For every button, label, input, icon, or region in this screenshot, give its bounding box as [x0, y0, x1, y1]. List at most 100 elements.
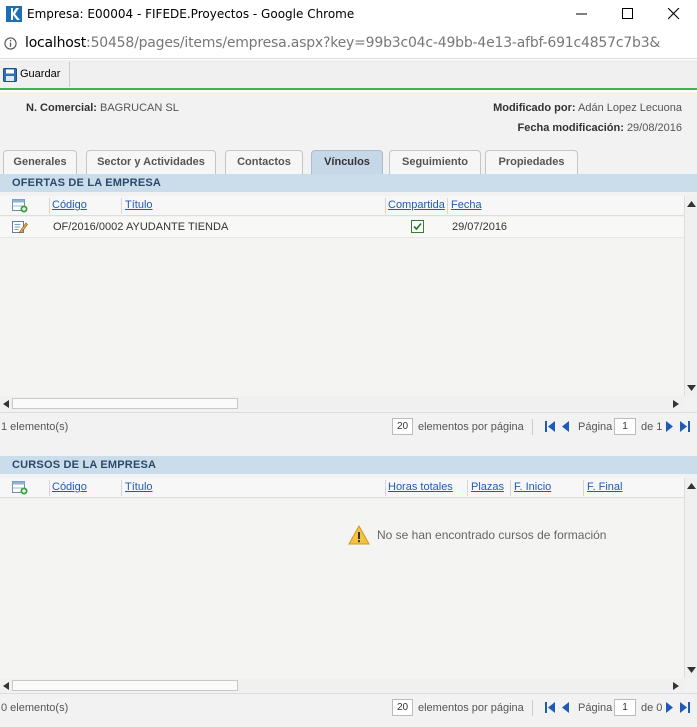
next-page-icon[interactable]	[666, 421, 673, 432]
cursos-vertical-scrollbar[interactable]	[684, 478, 697, 678]
nombre-comercial: N. Comercial: BAGRUCAN SL	[26, 102, 179, 114]
pagina-label: Página	[578, 421, 613, 433]
tab-seguimiento[interactable]: Seguimiento	[389, 150, 481, 174]
modificado-value: Adán Lopez Lecuona	[578, 102, 682, 114]
ofertas-section-title: OFERTAS DE LA EMPRESA	[0, 174, 697, 192]
column-separator	[467, 480, 468, 496]
url-text[interactable]: localhost:50458/pages/items/empresa.aspx…	[25, 35, 660, 51]
oferta-titulo: AYUDANTE TIENDA	[126, 221, 229, 233]
scroll-down-icon[interactable]	[687, 385, 696, 391]
prev-page-icon[interactable]	[562, 421, 569, 432]
scroll-right-icon[interactable]	[673, 400, 679, 408]
col-compartida-header[interactable]: Compartida	[388, 199, 445, 211]
toolbar: Guardar	[0, 60, 697, 90]
col-finicio-header[interactable]: F. Inicio	[514, 481, 551, 493]
close-icon	[668, 8, 680, 20]
check-icon	[413, 222, 422, 231]
save-icon	[3, 68, 17, 82]
column-separator	[385, 480, 386, 496]
scrollbar-thumb[interactable]	[12, 680, 238, 691]
empty-message: No se han encontrado cursos de formación	[377, 528, 607, 542]
scroll-up-icon[interactable]	[687, 201, 696, 207]
column-separator	[447, 198, 448, 214]
col-codigo-header[interactable]: Código	[52, 481, 87, 493]
tab-sector-actividades[interactable]: Sector y Actividades	[86, 150, 216, 174]
col-codigo-header[interactable]: Código	[52, 199, 87, 211]
first-page-icon[interactable]	[545, 702, 555, 713]
ofertas-grid-body: OF/2016/0002 AYUDANTE TIENDA 29/07/2016	[0, 217, 684, 396]
next-page-icon[interactable]	[666, 702, 673, 713]
col-plazas-header[interactable]: Plazas	[471, 481, 504, 493]
last-page-icon[interactable]	[680, 702, 690, 713]
scroll-up-icon[interactable]	[687, 483, 696, 489]
last-page-icon[interactable]	[680, 421, 690, 432]
oferta-fecha: 29/07/2016	[452, 221, 508, 233]
oferta-codigo: OF/2016/0002	[53, 221, 124, 233]
table-row[interactable]: OF/2016/0002 AYUDANTE TIENDA 29/07/2016	[0, 217, 684, 238]
column-separator	[121, 198, 122, 214]
scrollbar-thumb[interactable]	[12, 398, 238, 409]
ofertas-vertical-scrollbar[interactable]	[684, 196, 697, 396]
add-row-icon[interactable]	[12, 199, 28, 213]
add-row-icon[interactable]	[12, 481, 28, 495]
pager-separator	[532, 419, 533, 435]
page-number-input[interactable]: 1	[614, 418, 636, 435]
tab-propiedades[interactable]: Propiedades	[485, 150, 578, 174]
scroll-right-icon[interactable]	[673, 682, 679, 690]
prev-page-icon[interactable]	[562, 702, 569, 713]
scroll-left-icon[interactable]	[3, 400, 9, 408]
pager-separator	[532, 700, 533, 716]
minimize-icon	[576, 13, 587, 15]
tab-contactos[interactable]: Contactos	[225, 150, 303, 174]
pagina-label: Página	[578, 702, 613, 714]
info-icon[interactable]	[4, 37, 17, 50]
column-separator	[583, 480, 584, 496]
cursos-section-title: CURSOS DE LA EMPRESA	[0, 456, 697, 474]
ofertas-horizontal-scrollbar[interactable]	[0, 397, 684, 410]
close-button[interactable]	[651, 0, 697, 29]
tab-strip: Generales Sector y Actividades Contactos…	[0, 150, 697, 174]
fecha-modificacion: Fecha modificación: 29/08/2016	[518, 122, 682, 134]
cursos-grid-header: Código Título Horas totales Plazas F. In…	[0, 478, 684, 498]
col-fecha-header[interactable]: Fecha	[451, 199, 482, 211]
address-bar[interactable]: localhost:50458/pages/items/empresa.aspx…	[0, 29, 697, 59]
cursos-pager: 0 elemento(s) 20 elementos por página Pá…	[0, 693, 697, 721]
tab-generales[interactable]: Generales	[3, 150, 77, 174]
page-size-input[interactable]: 20	[392, 418, 413, 435]
page-total: de 1	[641, 421, 663, 433]
ofertas-pager: 1 elemento(s) 20 elementos por página Pá…	[0, 412, 697, 440]
page-number-input[interactable]: 1	[614, 699, 636, 716]
warning-icon	[348, 525, 370, 545]
first-page-icon[interactable]	[545, 421, 555, 432]
col-titulo-header[interactable]: Título	[125, 481, 153, 493]
maximize-icon	[622, 8, 633, 19]
scroll-left-icon[interactable]	[3, 682, 9, 690]
minimize-button[interactable]	[559, 0, 605, 29]
col-titulo-header[interactable]: Título	[125, 199, 153, 211]
column-separator	[49, 198, 50, 214]
save-button[interactable]: Guardar	[0, 62, 70, 87]
window-title: Empresa: E00004 - FIFEDE.Proyectos - Goo…	[27, 7, 355, 21]
page-size-label: elementos por página	[418, 421, 524, 433]
window-titlebar: Empresa: E00004 - FIFEDE.Proyectos - Goo…	[0, 0, 697, 29]
nombre-label: N. Comercial:	[26, 102, 97, 114]
cursos-grid-body: No se han encontrado cursos de formación	[0, 499, 684, 678]
nombre-value: BAGRUCAN SL	[99, 102, 179, 114]
page-content: N. Comercial: BAGRUCAN SL Modificado por…	[0, 92, 697, 727]
maximize-button[interactable]	[605, 0, 651, 29]
tab-vinculos[interactable]: Vínculos	[311, 150, 383, 174]
col-horas-header[interactable]: Horas totales	[388, 481, 453, 493]
ofertas-grid-header: Código Título Compartida Fecha	[0, 196, 684, 216]
scroll-down-icon[interactable]	[687, 667, 696, 673]
page-total: de 0	[641, 702, 663, 714]
save-label: Guardar	[20, 68, 61, 80]
cursos-horizontal-scrollbar[interactable]	[0, 679, 684, 692]
app-icon	[6, 6, 22, 22]
col-ffinal-header[interactable]: F. Final	[587, 481, 622, 493]
compartida-checkbox[interactable]	[411, 220, 424, 233]
column-separator	[121, 480, 122, 496]
item-count: 0 elemento(s)	[1, 702, 69, 714]
page-size-input[interactable]: 20	[392, 699, 413, 716]
column-separator	[49, 480, 50, 496]
edit-icon[interactable]	[12, 220, 28, 234]
